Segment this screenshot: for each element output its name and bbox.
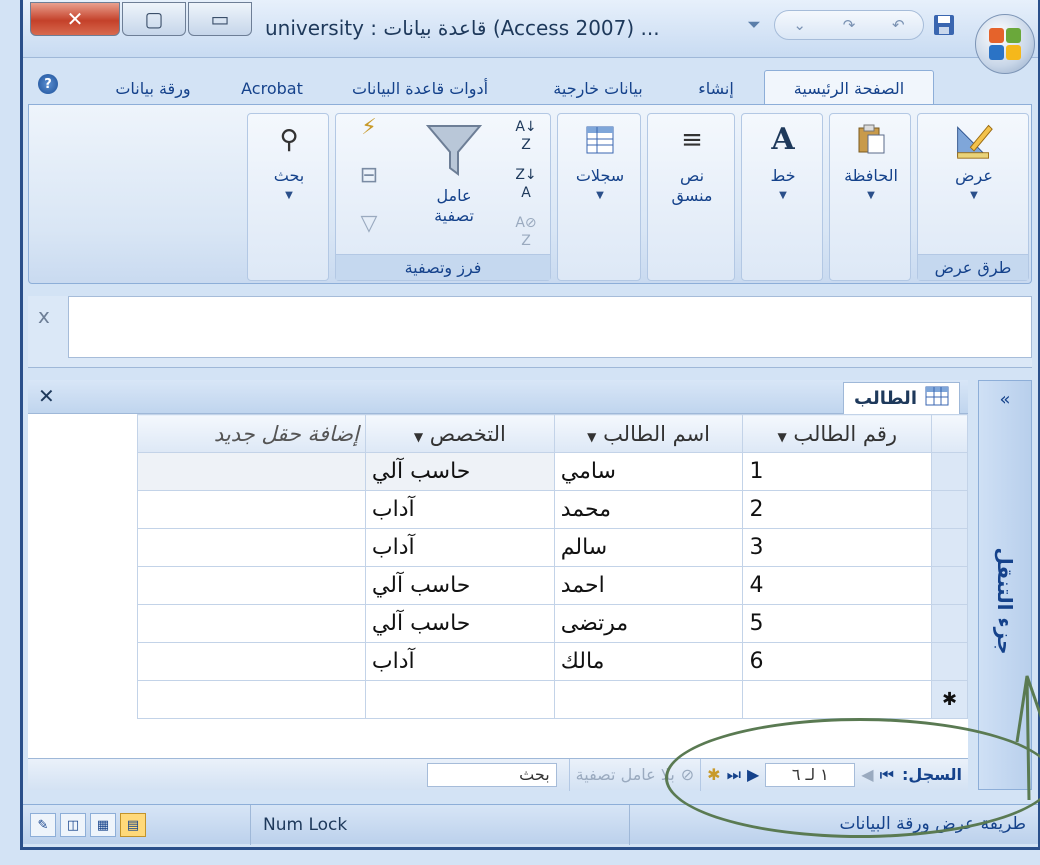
access-window: ✕ ▢ ▭ university : قاعدة بيانات (Access …: [0, 0, 1040, 865]
window-frame: [20, 0, 1040, 850]
